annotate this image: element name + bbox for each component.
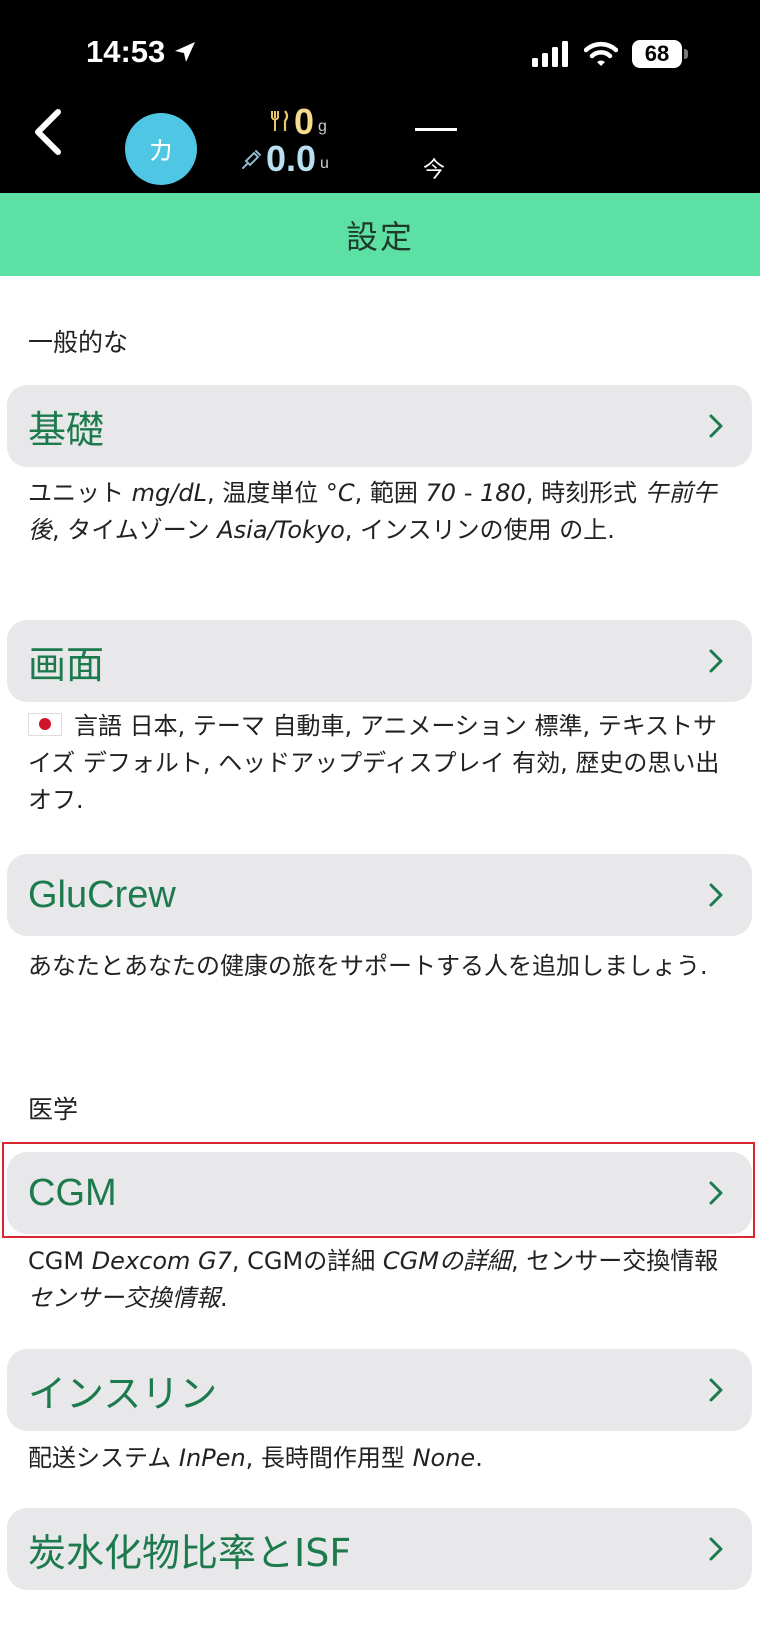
chevron-left-icon [35, 109, 61, 155]
battery-indicator: 68 [632, 40, 688, 68]
settings-row-glucrew[interactable]: GluCrew [7, 854, 752, 936]
insulin-summary: 0.0 u [240, 139, 329, 179]
row-label-carb-ratio: 炭水化物比率とISF [28, 1530, 352, 1575]
avatar[interactable]: カ [125, 113, 197, 185]
location-arrow-icon [175, 42, 196, 62]
insulin-unit: u [320, 155, 329, 172]
page-title: 設定 [345, 217, 414, 256]
header-bar: 設定 [0, 193, 760, 276]
insulin-value: 0.0 [266, 138, 317, 179]
carb-summary: 0 g [270, 102, 327, 142]
avatar-initial: カ [147, 136, 174, 167]
row-label-display: 画面 [28, 642, 105, 687]
settings-row-basics[interactable]: 基礎 [7, 385, 752, 467]
row-label-insulin: インスリン [28, 1371, 218, 1416]
carb-unit: g [318, 118, 327, 135]
back-button[interactable] [30, 108, 80, 164]
row-label-cgm: CGM [28, 1171, 117, 1214]
row-desc-insulin: 配送システム InPen, 長時間作用型 None. [28, 1444, 483, 1472]
battery-level: 68 [644, 41, 670, 66]
row-label-basics: 基礎 [28, 407, 105, 452]
chevron-right-icon [709, 649, 723, 673]
row-desc-glucrew: あなたとあなたの健康の旅をサポートする人を追加しましょう. [28, 952, 708, 980]
signal-icon [532, 41, 568, 67]
now-label: 今 [423, 158, 446, 183]
section-title-medical: 医学 [28, 1095, 79, 1124]
chevron-right-icon [709, 883, 723, 907]
chevron-right-icon [709, 1537, 723, 1561]
status-time: 14:53 [86, 34, 197, 70]
settings-row-cgm[interactable]: CGM [7, 1152, 752, 1234]
japan-flag-icon [28, 713, 62, 736]
glucose-placeholder-dash [415, 128, 457, 131]
chevron-right-icon [709, 414, 723, 438]
status-bar: 14:53 68 [0, 0, 760, 110]
settings-row-insulin[interactable]: インスリン [7, 1349, 752, 1431]
settings-row-display[interactable]: 画面 [7, 620, 752, 702]
row-desc-cgm: CGM Dexcom G7, CGMの詳細 CGMの詳細, センサー交換情報 セ… [28, 1247, 719, 1312]
status-time-text: 14:53 [86, 34, 166, 69]
syringe-icon [242, 150, 261, 169]
fork-knife-icon [271, 110, 289, 131]
chevron-right-icon [709, 1378, 723, 1402]
chevron-right-icon [709, 1181, 723, 1205]
carb-value: 0 [294, 101, 315, 142]
row-desc-basics: ユニット mg/dL, 温度単位 °C, 範囲 70 - 180, 時刻形式 午… [28, 479, 717, 544]
row-label-glucrew: GluCrew [28, 873, 176, 916]
status-icons: 68 [532, 40, 688, 68]
section-title-general: 一般的な [28, 328, 129, 357]
row-desc-display: 言語 日本, テーマ 自動車, アニメーション 標準, テキストサイズ デフォル… [28, 712, 720, 814]
top-bar: 14:53 68 カ 0 g 0.0 u 今 [0, 0, 760, 193]
settings-row-carb-ratio[interactable]: 炭水化物比率とISF [7, 1508, 752, 1590]
wifi-icon [584, 41, 618, 66]
